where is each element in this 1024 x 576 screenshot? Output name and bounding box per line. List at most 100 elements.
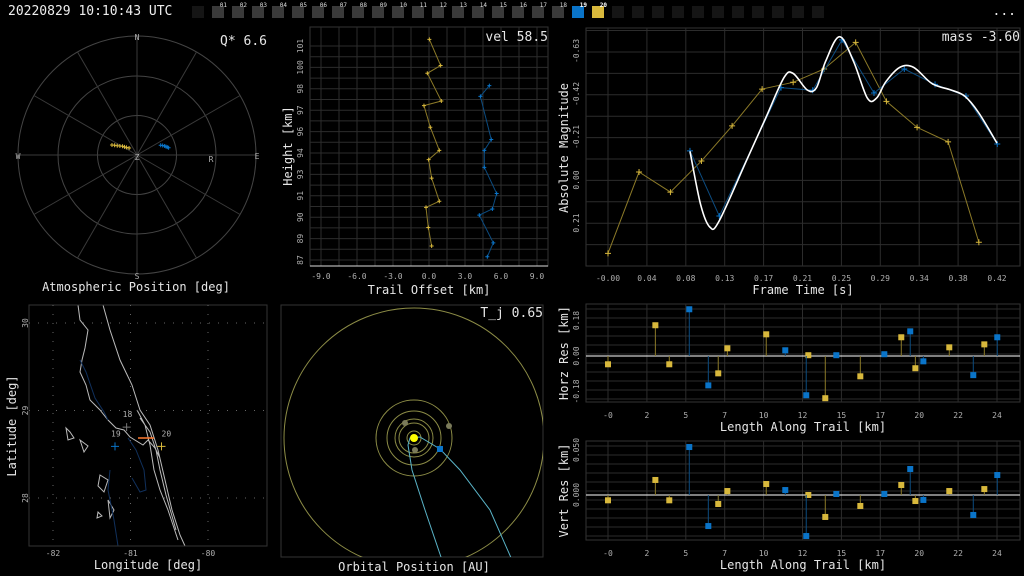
map-panel: -82 -81 -80 30 29 28 Longitude [deg] Latitude […: [5, 304, 268, 572]
data-point: [994, 472, 1001, 479]
x-tick-label: -3.0: [383, 272, 402, 281]
x-tick-label: 15: [837, 411, 847, 420]
y-tick-label: 90: [296, 212, 305, 222]
x-tick-label: 0.29: [871, 274, 890, 283]
tisserand-value: T_j 0.65: [480, 306, 543, 321]
mass-value: mass -3.60: [942, 30, 1020, 45]
data-point: [981, 341, 988, 348]
data-point: [782, 347, 789, 354]
x-tick-label: 24: [992, 411, 1002, 420]
data-point: [946, 344, 953, 351]
planet: [402, 420, 408, 426]
series-line-19: [689, 38, 998, 218]
data-point: [705, 382, 712, 389]
y-tick-label: 87: [296, 255, 305, 265]
meteoroid-position: [437, 446, 443, 452]
data-point: [652, 322, 659, 329]
data-point: [833, 491, 840, 498]
data-point: [494, 191, 499, 196]
x-tick-label: 0.21: [793, 274, 812, 283]
y-tick-label: 94: [296, 148, 305, 158]
y-tick-label: -0.63: [572, 39, 581, 63]
data-point: [426, 225, 431, 230]
data-point: [429, 243, 434, 248]
data-point: [970, 511, 977, 518]
y-tick-label: -0.21: [572, 125, 581, 149]
x-tick-label: 2: [644, 549, 649, 558]
x-tick-label: 17: [875, 411, 885, 420]
x-tick-label: 0.38: [948, 274, 967, 283]
data-point: [763, 331, 770, 338]
data-point: [686, 306, 693, 313]
x-axis-label: Trail Offset [km]: [368, 283, 491, 297]
data-point: [881, 491, 888, 498]
orbit-layer: [283, 307, 543, 557]
x-tick-label: 22: [953, 549, 963, 558]
spoke: [136, 154, 241, 215]
station-marker-label: 19: [111, 429, 121, 438]
y-tick-label: 93: [296, 169, 305, 179]
data-point: [124, 145, 129, 150]
data-point: [477, 213, 482, 218]
y-tick-label: 98: [296, 84, 305, 94]
x-tick-label: -0: [603, 411, 613, 420]
station-marker-label: 18: [123, 410, 133, 419]
y-tick-label: 0.00: [572, 346, 581, 365]
x-tick-label: 24: [992, 549, 1002, 558]
data-point: [652, 476, 659, 483]
north-label: N: [135, 33, 140, 42]
x-tick-label: -9.0: [311, 272, 330, 281]
y-tick-label: 0.00: [572, 170, 581, 189]
data-point: [605, 497, 611, 504]
data-point: [857, 502, 864, 509]
data-point: [705, 523, 712, 530]
data-point: [686, 444, 693, 451]
x-tick-label: 12: [798, 411, 808, 420]
x-axis-label: Length Along Trail [km]: [720, 558, 886, 572]
station-marker-label: 20: [162, 429, 172, 438]
data-point: [857, 373, 864, 380]
x-tick-label: -81: [123, 549, 138, 558]
y-tick-label: 97: [296, 105, 305, 115]
x-tick-label: 12: [798, 549, 808, 558]
data-point: [605, 250, 611, 257]
zenith-label: Z: [135, 153, 140, 162]
data-point: [822, 513, 829, 520]
east-label: E: [255, 152, 260, 161]
data-point: [946, 488, 953, 495]
data-point: [763, 481, 770, 488]
west-label: W: [16, 152, 21, 161]
plot-frame: [28, 304, 268, 547]
data-point: [907, 465, 914, 472]
spoke: [136, 154, 197, 259]
meteoroid-orbit: [407, 436, 512, 557]
x-tick-label: -80: [201, 549, 216, 558]
x-tick-label: 2: [644, 411, 649, 420]
x-axis-label: Frame Time [s]: [752, 283, 853, 297]
data-point: [724, 345, 731, 352]
x-tick-label: 6.0: [494, 272, 509, 281]
panel-title: Orbital Position [AU]: [338, 560, 490, 574]
data-point: [898, 334, 905, 341]
x-axis-label: Length Along Trail [km]: [720, 420, 886, 434]
x-tick-label: 7: [722, 549, 727, 558]
y-axis-label: Height [km]: [281, 106, 295, 185]
atmospheric-position-panel: NSEW Z RQ* 6.6Atmospheric Position [deg]: [16, 33, 267, 294]
x-tick-label: -0: [603, 549, 613, 558]
spoke: [136, 95, 241, 156]
x-tick-label: 10: [759, 549, 769, 558]
data-point: [491, 240, 496, 245]
data-point: [605, 361, 611, 368]
data-point: [636, 169, 643, 176]
x-tick-label: 0.42: [987, 274, 1006, 283]
data-point: [822, 395, 829, 402]
data-point: [790, 79, 797, 86]
x-tick-label: 7: [722, 411, 727, 420]
data-point: [724, 488, 731, 495]
y-axis-label: Latitude [deg]: [5, 375, 19, 476]
x-tick-label: 20: [914, 549, 924, 558]
river: [79, 359, 147, 547]
x-tick-label: 5: [683, 549, 688, 558]
sun-icon: [410, 434, 418, 442]
x-tick-label: 0.08: [676, 274, 695, 283]
